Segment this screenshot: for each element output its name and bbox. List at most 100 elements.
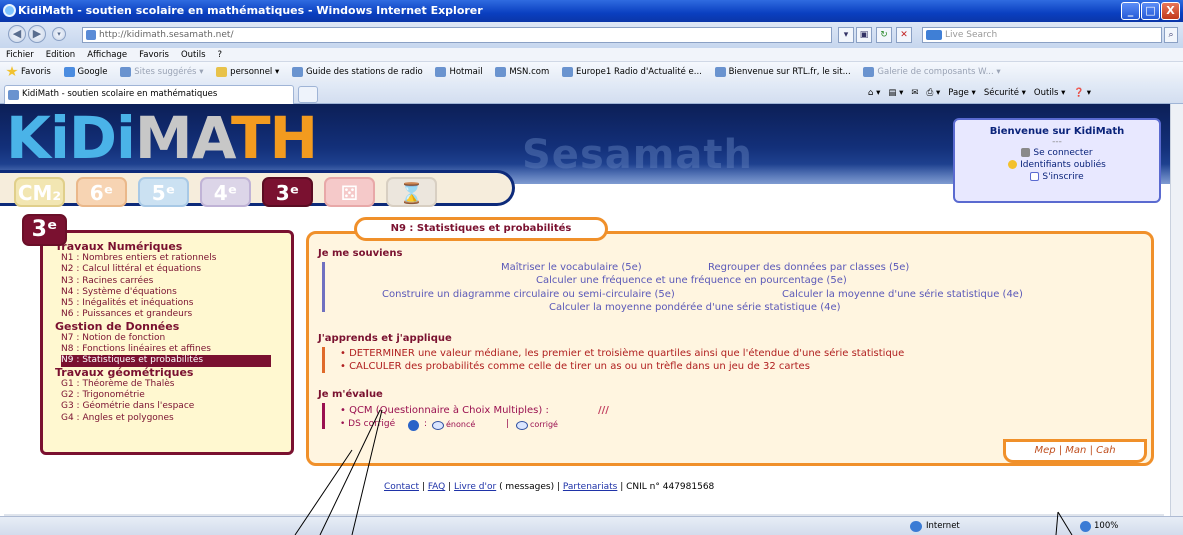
zoom-icon[interactable] bbox=[1080, 521, 1091, 532]
qcm-link[interactable]: • QCM (Questionnaire à Choix Multiples) … bbox=[340, 405, 549, 416]
contact-link[interactable]: Contact bbox=[384, 482, 419, 492]
page-content: KiDiMATH Sesamath CM₂ 6ᵉ 5ᵉ 4ᵉ 3ᵉ ⚄ ⌛ Bi… bbox=[0, 104, 1170, 516]
key-icon bbox=[1021, 148, 1031, 157]
signup-label: S'inscrire bbox=[1042, 172, 1084, 182]
link-moyenne-ponderee[interactable]: Calculer la moyenne pondérée d'une série… bbox=[549, 302, 841, 313]
logo-th: TH bbox=[230, 104, 318, 172]
link-moyenne[interactable]: Calculer la moyenne d'une série statisti… bbox=[782, 289, 1023, 300]
fav-hotmail[interactable]: Hotmail bbox=[435, 62, 483, 82]
fav-label: Hotmail bbox=[449, 67, 483, 77]
address-input[interactable]: http://kidimath.sesamath.net/ bbox=[82, 27, 832, 43]
maximize-button[interactable]: □ bbox=[1141, 2, 1160, 20]
chapter-g4[interactable]: G4 : Angles et polygones bbox=[55, 413, 291, 424]
search-button[interactable]: ⌕ bbox=[1164, 27, 1178, 43]
level-6e-button[interactable]: 6ᵉ bbox=[76, 177, 127, 207]
footer: Contact | FAQ | Livre d'or ( messages) |… bbox=[384, 482, 714, 492]
fav-personnel[interactable]: personnel ▾ bbox=[216, 62, 279, 82]
link-vocabulaire[interactable]: Maîtriser le vocabulaire (5e) bbox=[501, 262, 642, 273]
ds-separator: : bbox=[424, 419, 428, 429]
fav-sites-suggeres[interactable]: Sites suggérés ▾ bbox=[120, 62, 203, 82]
cmd-outils[interactable]: Outils ▾ bbox=[1034, 88, 1066, 98]
link-diagramme[interactable]: Construire un diagramme circulaire ou se… bbox=[382, 289, 675, 300]
fav-rtl[interactable]: Bienvenue sur RTL.fr, le sit... bbox=[714, 62, 851, 82]
chapter-g3[interactable]: G3 : Géométrie dans l'espace bbox=[55, 401, 291, 412]
level-3e-button[interactable]: 3ᵉ bbox=[262, 177, 313, 207]
chapter-n9-selected[interactable]: N9 : Statistiques et probabilités bbox=[61, 355, 271, 367]
forgot-link[interactable]: Identifiants oubliés bbox=[955, 159, 1159, 171]
help-icon[interactable]: ❓ ▾ bbox=[1073, 88, 1091, 98]
welcome-dash: --- bbox=[1052, 137, 1062, 147]
cmd-securite[interactable]: Sécurité ▾ bbox=[984, 88, 1026, 98]
forward-button[interactable]: ▶ bbox=[28, 25, 46, 43]
new-tab-button[interactable] bbox=[298, 86, 318, 103]
lesson-probabilites[interactable]: • CALCULER des probabilités comme celle … bbox=[340, 361, 810, 372]
login-link[interactable]: Se connecter bbox=[955, 147, 1159, 159]
lesson-mediane[interactable]: • DETERMINER une valeur médiane, les pre… bbox=[340, 348, 904, 359]
favorites-star-icon bbox=[6, 66, 18, 77]
compat-icon[interactable]: ▣ bbox=[856, 27, 872, 43]
print-icon[interactable]: ⎙ ▾ bbox=[927, 88, 941, 98]
search-input[interactable]: Live Search bbox=[922, 27, 1162, 43]
page-icon bbox=[714, 66, 726, 77]
menu-favoris[interactable]: Favoris bbox=[139, 50, 169, 60]
tab-kidimath[interactable]: KidiMath - soutien scolaire en mathémati… bbox=[4, 85, 294, 104]
minimize-button[interactable]: _ bbox=[1121, 2, 1140, 20]
feeds-icon[interactable]: ▤ ▾ bbox=[888, 88, 903, 98]
fav-europe1[interactable]: Europe1 Radio d'Actualité e... bbox=[561, 62, 702, 82]
zoom-level[interactable]: 100% bbox=[1094, 517, 1118, 535]
dice-icon[interactable]: ⚄ bbox=[324, 177, 375, 207]
cmd-page[interactable]: Page ▾ bbox=[948, 88, 976, 98]
stop-icon[interactable]: ✕ bbox=[896, 27, 912, 43]
fav-google[interactable]: Google bbox=[63, 62, 108, 82]
level-4e-button[interactable]: 4ᵉ bbox=[200, 177, 251, 207]
info-icon[interactable] bbox=[408, 420, 419, 431]
chapter-n5[interactable]: N5 : Inégalités et inéquations bbox=[55, 298, 291, 309]
status-bar: Internet 100% bbox=[0, 516, 1183, 535]
fav-msn[interactable]: MSN.com bbox=[495, 62, 549, 82]
level-cm2-button[interactable]: CM₂ bbox=[14, 177, 65, 207]
chapter-n7[interactable]: N7 : Notion de fonction bbox=[55, 333, 291, 344]
section-bar bbox=[322, 403, 325, 429]
corrige-link[interactable]: corrigé bbox=[530, 420, 558, 429]
fav-galerie[interactable]: Galerie de composants W... ▾ bbox=[863, 62, 1001, 82]
menu-outils[interactable]: Outils bbox=[181, 50, 206, 60]
chapter-n1[interactable]: N1 : Nombres entiers et rationnels bbox=[55, 253, 291, 264]
eye-icon bbox=[516, 421, 528, 430]
chapter-n8[interactable]: N8 : Fonctions linéaires et affines bbox=[55, 344, 291, 355]
chapter-g1[interactable]: G1 : Théorème de Thalès bbox=[55, 379, 291, 390]
menu-edition[interactable]: Edition bbox=[46, 50, 75, 60]
livre-dor-link[interactable]: Livre d'or bbox=[454, 482, 496, 492]
refresh-icon[interactable]: ↻ bbox=[876, 27, 892, 43]
faq-link[interactable]: FAQ bbox=[428, 482, 445, 492]
fav-radio[interactable]: Guide des stations de radio bbox=[291, 62, 423, 82]
menu-help[interactable]: ? bbox=[218, 50, 223, 60]
chapter-n3[interactable]: N3 : Racines carrées bbox=[55, 276, 291, 287]
chapter-n2[interactable]: N2 : Calcul littéral et équations bbox=[55, 264, 291, 275]
enonce-link[interactable]: énoncé bbox=[446, 420, 475, 429]
page-icon bbox=[495, 66, 507, 77]
mail-icon[interactable]: ✉ bbox=[911, 88, 918, 98]
signup-link[interactable]: S'inscrire bbox=[955, 171, 1159, 183]
chapter-g2[interactable]: G2 : Trigonométrie bbox=[55, 390, 291, 401]
recent-pages-icon[interactable]: ▾ bbox=[52, 27, 66, 41]
level-5e-button[interactable]: 5ᵉ bbox=[138, 177, 189, 207]
menu-fichier[interactable]: Fichier bbox=[6, 50, 34, 60]
link-regrouper[interactable]: Regrouper des données par classes (5e) bbox=[708, 262, 909, 273]
back-button[interactable]: ◀ bbox=[8, 25, 26, 43]
address-row: ◀ ▶ ▾ http://kidimath.sesamath.net/ ▾ ▣ … bbox=[0, 22, 1183, 48]
page-icon bbox=[435, 66, 447, 77]
kidimath-logo[interactable]: KiDiMATH bbox=[6, 104, 318, 172]
partenariats-link[interactable]: Partenariats bbox=[563, 482, 617, 492]
address-dropdown-icon[interactable]: ▾ bbox=[838, 27, 854, 43]
favorites-button[interactable]: Favoris bbox=[21, 62, 51, 82]
chapter-n4[interactable]: N4 : Système d'équations bbox=[55, 287, 291, 298]
menu-affichage[interactable]: Affichage bbox=[87, 50, 127, 60]
close-button[interactable]: X bbox=[1161, 2, 1180, 20]
hourglass-icon[interactable]: ⌛ bbox=[386, 177, 437, 207]
qcm-marker[interactable]: /// bbox=[598, 405, 609, 416]
mep-man-cah-links[interactable]: Mep | Man | Cah bbox=[1003, 439, 1147, 463]
logo-ma: MA bbox=[134, 104, 232, 172]
home-icon[interactable]: ⌂ ▾ bbox=[868, 88, 880, 98]
vertical-scrollbar[interactable] bbox=[1170, 104, 1183, 516]
link-frequence[interactable]: Calculer une fréquence et une fréquence … bbox=[536, 275, 847, 286]
